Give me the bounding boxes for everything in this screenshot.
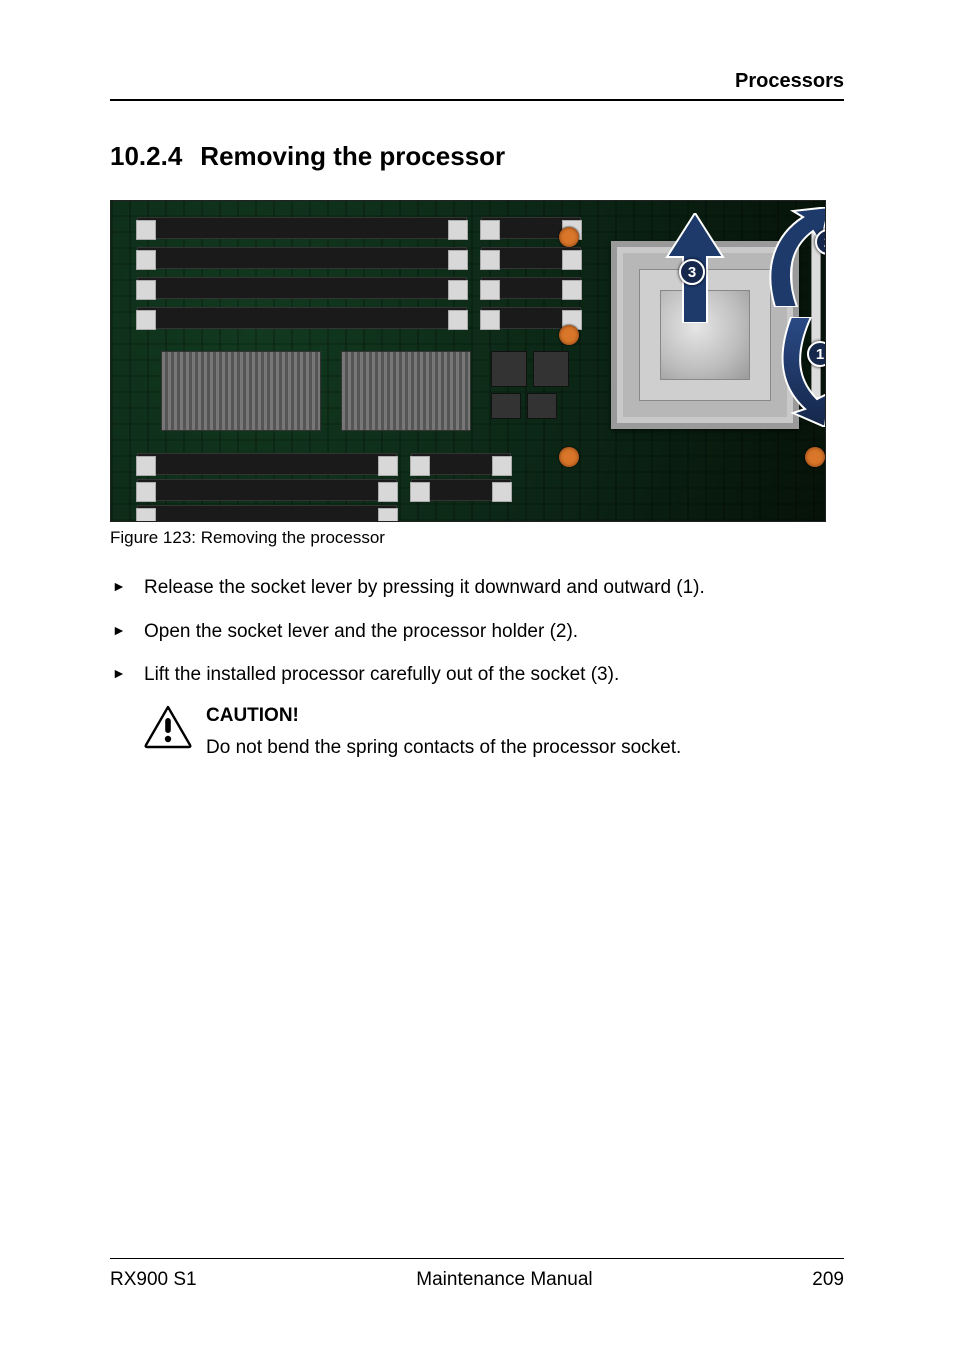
standoff [805, 447, 825, 467]
callout-1: 1 [807, 341, 826, 367]
step-item: Open the socket lever and the processor … [110, 618, 844, 646]
header-rule [110, 99, 844, 101]
standoff [559, 325, 579, 345]
caution-block: CAUTION! Do not bend the spring contacts… [144, 705, 844, 759]
dimm-slot [411, 479, 511, 501]
dimm-slot [137, 479, 397, 501]
header-section-label: Processors [110, 70, 844, 93]
cpu [639, 269, 771, 401]
standoff [559, 447, 579, 467]
heatsink [161, 351, 321, 431]
figure-image: 1 2 3 [110, 200, 826, 522]
dimm-slot [137, 277, 467, 299]
heatsink [341, 351, 471, 431]
dimm-slot [411, 453, 511, 475]
chip [491, 393, 521, 419]
cpu-socket [611, 241, 799, 429]
footer-title: Maintenance Manual [416, 1269, 592, 1291]
dimm-slot [137, 307, 467, 329]
footer-model: RX900 S1 [110, 1269, 197, 1291]
dimm-slot [481, 277, 581, 299]
standoff [559, 227, 579, 247]
page: Processors 10.2.4 Removing the processor [0, 0, 954, 1349]
warning-icon [144, 705, 192, 749]
dimm-slot [137, 453, 397, 475]
step-list: Release the socket lever by pressing it … [110, 574, 844, 689]
caution-text: CAUTION! Do not bend the spring contacts… [206, 705, 681, 759]
step-item: Release the socket lever by pressing it … [110, 574, 844, 602]
footer-rule [110, 1258, 844, 1259]
dimm-slot [137, 505, 397, 522]
caution-heading: CAUTION! [206, 705, 681, 727]
dimm-slot [481, 247, 581, 269]
section-title-text: Removing the processor [200, 141, 505, 171]
chip [527, 393, 557, 419]
page-footer: RX900 S1 Maintenance Manual 209 [110, 1258, 844, 1291]
section-number: 10.2.4 [110, 141, 182, 172]
caution-body: Do not bend the spring contacts of the p… [206, 737, 681, 759]
chip [491, 351, 527, 387]
step-item: Lift the installed processor carefully o… [110, 661, 844, 689]
chip [533, 351, 569, 387]
footer-page-number: 209 [812, 1269, 844, 1291]
dimm-slot [137, 247, 467, 269]
section-heading: 10.2.4 Removing the processor [110, 141, 844, 172]
callout-3: 3 [679, 259, 705, 285]
dimm-slot [137, 217, 467, 239]
figure-caption: Figure 123: Removing the processor [110, 528, 844, 548]
